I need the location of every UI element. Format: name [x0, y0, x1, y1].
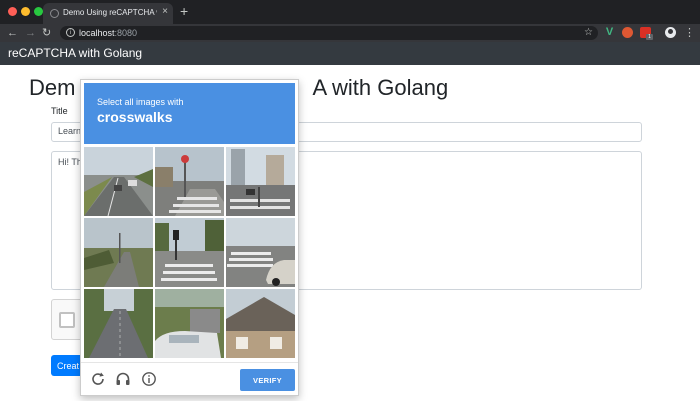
- reload-icon[interactable]: ↻: [42, 25, 51, 41]
- navbar-brand[interactable]: reCAPTCHA with Golang: [8, 46, 142, 61]
- audio-challenge-icon[interactable]: [115, 371, 131, 387]
- close-window-button[interactable]: [8, 7, 17, 16]
- image-tile-highway[interactable]: [84, 147, 153, 216]
- url-host: localhost: [79, 28, 115, 38]
- page-title-right: A with Golang: [312, 75, 449, 100]
- duckduckgo-extension-icon[interactable]: [622, 27, 633, 38]
- forward-icon[interactable]: →: [25, 25, 36, 41]
- challenge-image-grid: [84, 147, 295, 358]
- tab-close-icon[interactable]: ×: [162, 6, 168, 18]
- verify-button[interactable]: VERIFY: [240, 369, 295, 391]
- vue-devtools-icon[interactable]: V: [604, 27, 615, 38]
- image-tile-city-intersection[interactable]: [226, 147, 295, 216]
- tab-title: Demo Using reCAPTCHA with G: [63, 8, 157, 17]
- recaptcha-checkbox[interactable]: [59, 312, 75, 328]
- site-navbar: reCAPTCHA with Golang: [0, 42, 700, 65]
- image-tile-traffic-light-crosswalk[interactable]: [155, 218, 224, 287]
- new-tab-button[interactable]: +: [180, 3, 188, 19]
- page-title-left: Dem: [29, 75, 76, 100]
- recaptcha-challenge: Select all images with crosswalks VERIFY: [80, 79, 299, 396]
- browser-tab-strip: Demo Using reCAPTCHA with G × +: [0, 0, 700, 24]
- title-input-value: Learn: [58, 126, 82, 136]
- challenge-keyword: crosswalks: [97, 109, 173, 125]
- reload-challenge-icon[interactable]: [90, 371, 106, 387]
- minimize-window-button[interactable]: [21, 7, 30, 16]
- image-tile-rural-road[interactable]: [84, 218, 153, 287]
- url-text: localhost:8080: [79, 27, 137, 39]
- image-tile-car-crosswalk[interactable]: [226, 218, 295, 287]
- challenge-header: Select all images with crosswalks: [84, 83, 295, 144]
- browser-toolbar: ← → ↻ i localhost:8080 ☆ V 1 ⋮: [0, 24, 700, 42]
- image-tile-crosswalk-signpost[interactable]: [155, 147, 224, 216]
- image-tile-tree-lined-road[interactable]: [84, 289, 153, 358]
- body-text-left: Hi! Th: [58, 157, 82, 167]
- title-label: Title: [51, 106, 68, 116]
- extension-badge: 1: [646, 34, 653, 40]
- challenge-footer: VERIFY: [81, 362, 298, 396]
- browser-tab[interactable]: Demo Using reCAPTCHA with G ×: [43, 3, 173, 24]
- bookmark-star-icon[interactable]: ☆: [584, 26, 593, 40]
- site-info-icon[interactable]: i: [66, 28, 75, 37]
- browser-menu-icon[interactable]: ⋮: [684, 25, 695, 41]
- address-bar[interactable]: i localhost:8080 ☆: [60, 26, 598, 40]
- maximize-window-button[interactable]: [34, 7, 43, 16]
- loading-favicon-icon: [50, 9, 59, 18]
- help-info-icon[interactable]: [141, 371, 157, 387]
- profile-avatar-icon[interactable]: [665, 27, 676, 38]
- image-tile-parked-car[interactable]: [155, 289, 224, 358]
- image-tile-house-roof[interactable]: [226, 289, 295, 358]
- back-icon[interactable]: ←: [7, 25, 18, 41]
- challenge-instruction: Select all images with: [97, 97, 184, 107]
- url-port: :8080: [114, 28, 138, 38]
